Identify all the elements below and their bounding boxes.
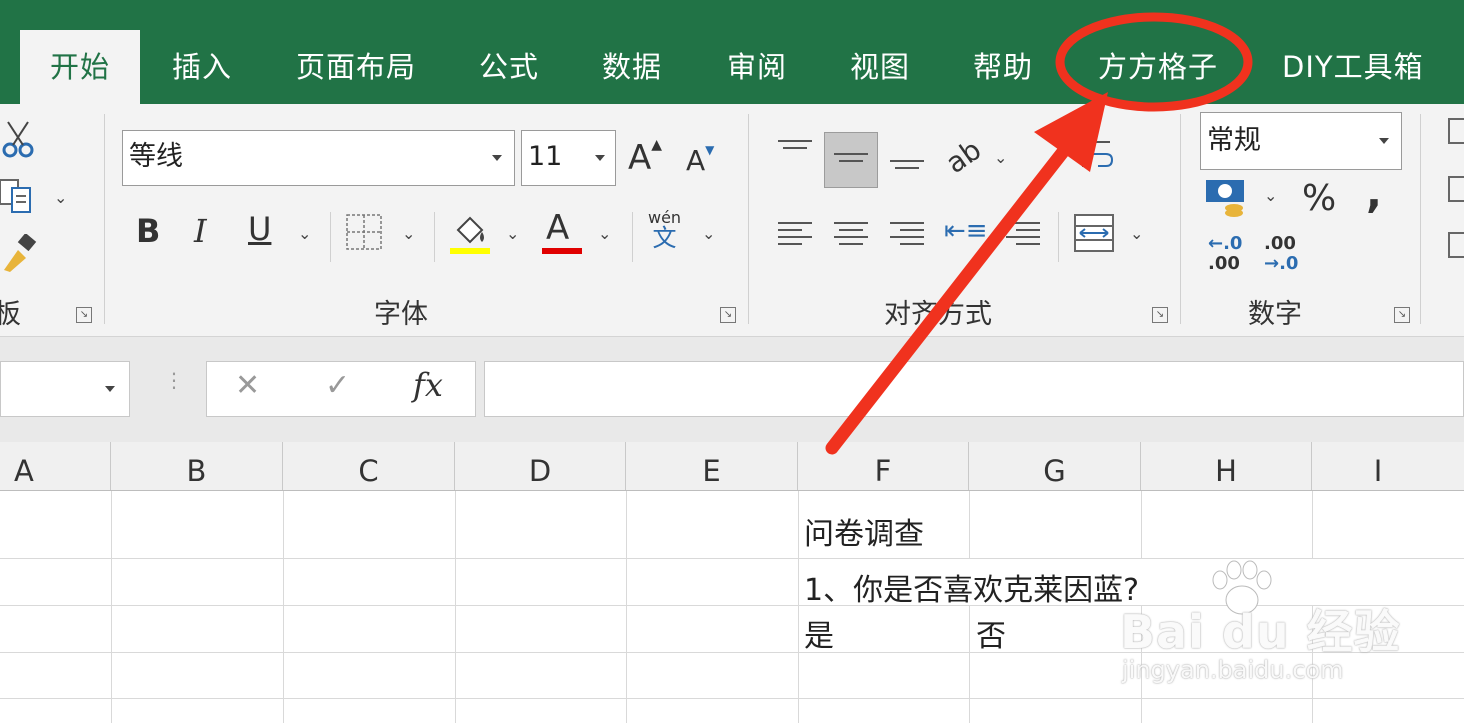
annotation-arrow-shaft xyxy=(825,141,1073,455)
highlight-ellipse xyxy=(1055,12,1253,112)
annotation-overlay xyxy=(825,12,1253,455)
annotation-arrow-head-icon xyxy=(1034,92,1108,172)
